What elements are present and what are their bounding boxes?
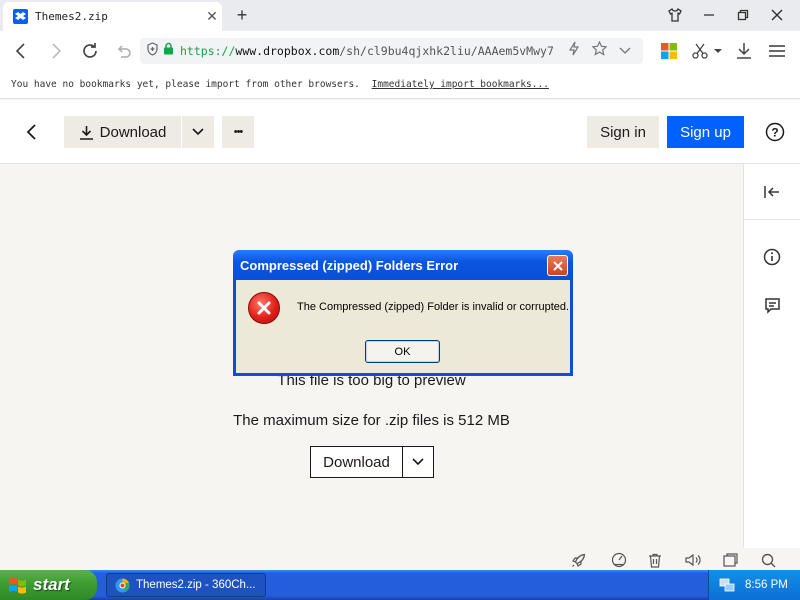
shield-icon[interactable] [146, 41, 159, 61]
download-label[interactable]: Download [311, 447, 403, 477]
undo-icon[interactable] [111, 39, 135, 63]
download-icon [79, 125, 94, 140]
chevron-down-icon[interactable] [619, 42, 631, 60]
import-bookmarks-link[interactable]: Immediately import bookmarks... [372, 79, 549, 90]
speed-icon[interactable] [609, 550, 629, 570]
trash-icon[interactable] [645, 550, 665, 570]
dialog-message: The Compressed (zipped) Folder is invali… [297, 301, 570, 313]
download-icon[interactable] [732, 39, 756, 63]
lock-icon [163, 42, 174, 60]
tab-close-icon[interactable]: ✕ [202, 8, 222, 25]
collapse-panel-icon[interactable] [760, 180, 784, 204]
volume-icon[interactable] [683, 550, 703, 570]
dropbox-favicon [13, 9, 28, 24]
dialog-body: The Compressed (zipped) Folder is invali… [236, 280, 570, 373]
search-icon[interactable] [758, 550, 778, 570]
browser-tab[interactable]: Themes2.zip ✕ [3, 2, 222, 31]
download-label: Download [99, 123, 167, 141]
start-button[interactable]: start [0, 570, 97, 600]
taskbar-item-browser[interactable]: Themes2.zip - 360Ch... [106, 573, 266, 597]
scissors-icon[interactable] [688, 39, 712, 63]
reload-icon[interactable] [78, 39, 102, 63]
help-icon[interactable]: ? [764, 116, 786, 148]
star-icon[interactable] [591, 40, 608, 61]
rocket-icon[interactable] [568, 550, 588, 570]
restore-button[interactable] [730, 4, 756, 26]
dialog-close-button[interactable] [547, 255, 568, 276]
sign-in-button[interactable]: Sign in [587, 116, 659, 148]
sign-up-button[interactable]: Sign up [667, 116, 744, 148]
info-icon[interactable] [760, 245, 784, 269]
dialog-title-bar[interactable]: Compressed (zipped) Folders Error [233, 250, 573, 280]
url-path: /sh/cl9bu4qjxhk2liu/AAAem5vMwy7 [339, 44, 554, 58]
download-button[interactable]: Download [64, 116, 181, 148]
menu-icon[interactable] [765, 39, 789, 63]
chevron-down-icon [192, 128, 204, 136]
network-icon[interactable] [719, 578, 735, 592]
url-text: https://www.dropbox.com/sh/cl9bu4qjxhk2l… [180, 44, 560, 58]
bookmarks-message: You have no bookmarks yet, please import… [11, 79, 360, 90]
start-label: start [33, 575, 70, 594]
comment-icon[interactable] [760, 293, 784, 317]
max-size-message: The maximum size for .zip files is 512 M… [233, 412, 510, 429]
url-host: www.dropbox.com [235, 44, 340, 58]
more-options-button[interactable]: ••• [222, 116, 254, 148]
dialog-title: Compressed (zipped) Folders Error [240, 257, 459, 273]
clock[interactable]: 8:56 PM [745, 579, 788, 591]
window-icon[interactable] [720, 550, 740, 570]
tab-title: Themes2.zip [35, 10, 108, 23]
minimize-button[interactable] [696, 4, 722, 26]
windows-taskbar: start Themes2.zip - 360Ch... 8:56 PM [0, 570, 800, 600]
new-tab-button[interactable]: + [229, 4, 255, 26]
page-header: Download ••• Sign in Sign up ? [0, 100, 800, 164]
taskbar-item-label: Themes2.zip - 360Ch... [136, 579, 256, 591]
forward-icon[interactable] [44, 39, 68, 63]
scissors-menu-chevron-icon[interactable] [711, 39, 725, 63]
sidebar-divider [744, 219, 800, 220]
help-glyph: ? [771, 126, 778, 140]
bookmarks-bar: You have no bookmarks yet, please import… [0, 71, 800, 99]
ok-button[interactable]: OK [365, 340, 440, 363]
apps-icon[interactable] [657, 39, 681, 63]
download-button-secondary[interactable]: Download [310, 446, 434, 478]
back-icon[interactable] [9, 39, 33, 63]
download-options-button[interactable] [182, 116, 214, 148]
tab-strip: Themes2.zip ✕ + [0, 0, 800, 31]
lightning-icon[interactable] [568, 41, 580, 61]
error-dialog: Compressed (zipped) Folders Error The Co… [233, 250, 573, 376]
chevron-left-icon[interactable] [18, 116, 46, 148]
url-scheme: https:// [180, 44, 236, 58]
url-bar[interactable]: https://www.dropbox.com/sh/cl9bu4qjxhk2l… [140, 38, 643, 64]
windows-logo-icon [8, 576, 28, 594]
right-sidebar [743, 164, 800, 548]
chevron-down-icon[interactable] [403, 447, 433, 477]
error-icon [248, 292, 280, 324]
system-tray: 8:56 PM [708, 570, 800, 600]
close-window-button[interactable] [764, 4, 790, 26]
browser-status-bar [0, 548, 800, 570]
shirt-icon[interactable] [662, 4, 688, 26]
address-toolbar: https://www.dropbox.com/sh/cl9bu4qjxhk2l… [0, 31, 800, 71]
browser-360-icon [115, 578, 130, 593]
